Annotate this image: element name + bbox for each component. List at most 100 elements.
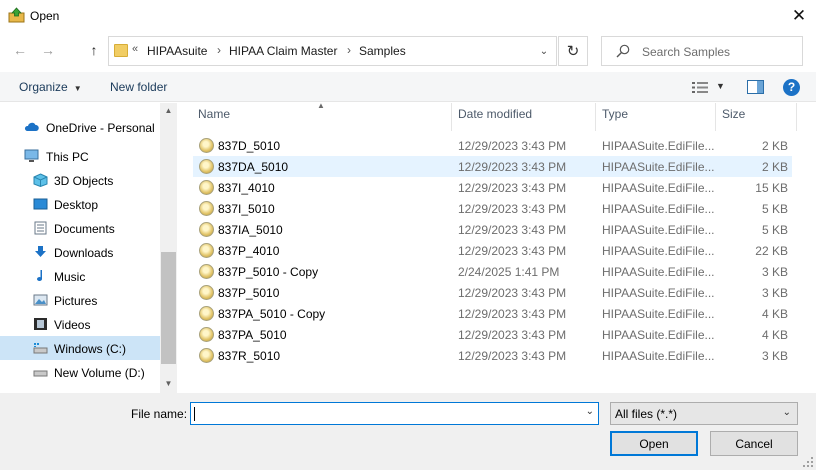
breadcrumb-overflow[interactable]: « xyxy=(132,43,138,55)
file-name: 837P_5010 - Copy xyxy=(218,265,319,279)
nav-item-documents[interactable]: Documents xyxy=(0,216,160,240)
nav-scrollbar-thumb[interactable] xyxy=(161,252,176,364)
desktop-icon xyxy=(33,198,48,210)
file-name: 837PA_5010 xyxy=(218,328,287,342)
open-button[interactable]: Open xyxy=(610,431,698,456)
chevron-down-icon[interactable]: ⌄ xyxy=(586,406,594,417)
file-date: 2/24/2025 1:41 PM xyxy=(458,265,560,279)
table-row[interactable]: 837IA_5010 12/29/2023 3:43 PM HIPAASuite… xyxy=(193,219,792,240)
file-type-select[interactable]: All files (*.*) ⌄ xyxy=(610,402,798,425)
nav-item-desktop[interactable]: Desktop xyxy=(0,192,160,216)
file-date: 12/29/2023 3:43 PM xyxy=(458,223,567,237)
nav-item-videos[interactable]: Videos xyxy=(0,312,160,336)
table-row[interactable]: 837P_5010 - Copy 2/24/2025 1:41 PM HIPAA… xyxy=(193,261,792,282)
nav-item-downloads[interactable]: Downloads xyxy=(0,240,160,264)
file-size: 2 KB xyxy=(761,139,788,153)
file-type: HIPAASuite.EdiFile... xyxy=(602,244,715,258)
up-arrow-icon[interactable]: ↑ xyxy=(84,40,104,60)
file-type: HIPAASuite.EdiFile... xyxy=(602,286,715,300)
document-icon xyxy=(34,221,47,235)
scroll-down-icon[interactable]: ▼ xyxy=(163,379,174,388)
edi-file-icon xyxy=(199,201,214,216)
drive-icon xyxy=(33,343,48,354)
table-row[interactable]: 837I_5010 12/29/2023 3:43 PM HIPAASuite.… xyxy=(193,198,792,219)
back-arrow-icon[interactable]: ← xyxy=(10,40,30,60)
cube-icon xyxy=(33,173,48,187)
organize-button[interactable]: Organize ▼ xyxy=(19,80,82,94)
table-row[interactable]: 837P_4010 12/29/2023 3:43 PM HIPAASuite.… xyxy=(193,240,792,261)
column-header-type[interactable]: Type xyxy=(602,107,628,131)
nav-item-3d-objects[interactable]: 3D Objects xyxy=(0,168,160,192)
help-icon[interactable]: ? xyxy=(783,79,800,96)
file-name: 837P_5010 xyxy=(218,286,280,300)
new-folder-button[interactable]: New folder xyxy=(110,80,167,94)
column-header-date[interactable]: Date modified xyxy=(458,107,532,131)
table-row[interactable]: 837DA_5010 12/29/2023 3:43 PM HIPAASuite… xyxy=(193,156,792,177)
nav-item-windows-c[interactable]: Windows (C:) xyxy=(0,336,160,360)
nav-label: This PC xyxy=(46,150,89,164)
table-row[interactable]: 837PA_5010 - Copy 12/29/2023 3:43 PM HIP… xyxy=(193,303,792,324)
file-size: 22 KB xyxy=(755,244,788,258)
table-row[interactable]: 837I_4010 12/29/2023 3:43 PM HIPAASuite.… xyxy=(193,177,792,198)
address-bar[interactable]: « HIPAAsuite › HIPAA Claim Master › Samp… xyxy=(108,36,557,66)
file-type: HIPAASuite.EdiFile... xyxy=(602,349,715,363)
file-date: 12/29/2023 3:43 PM xyxy=(458,328,567,342)
nav-item-onedrive[interactable]: OneDrive - Personal xyxy=(0,115,160,139)
file-type: HIPAASuite.EdiFile... xyxy=(602,307,715,321)
breadcrumb-hipaasuite[interactable]: HIPAAsuite xyxy=(147,44,207,58)
column-divider[interactable] xyxy=(796,103,797,131)
forward-arrow-icon[interactable]: → xyxy=(38,40,58,60)
scroll-up-icon[interactable]: ▲ xyxy=(163,106,174,115)
refresh-icon[interactable]: ↻ xyxy=(558,36,588,66)
column-header-size[interactable]: Size xyxy=(722,107,745,131)
view-options-icon[interactable] xyxy=(692,81,708,94)
nav-item-pictures[interactable]: Pictures xyxy=(0,288,160,312)
file-date: 12/29/2023 3:43 PM xyxy=(458,160,567,174)
file-type: HIPAASuite.EdiFile... xyxy=(602,202,715,216)
file-name: 837D_5010 xyxy=(218,139,281,153)
file-name: 837PA_5010 - Copy xyxy=(218,307,326,321)
column-divider[interactable] xyxy=(451,103,452,131)
column-divider[interactable] xyxy=(595,103,596,131)
column-header-name[interactable]: Name xyxy=(198,107,230,131)
file-name: 837I_5010 xyxy=(218,202,275,216)
table-row[interactable]: 837R_5010 12/29/2023 3:43 PM HIPAASuite.… xyxy=(193,345,792,366)
file-date: 12/29/2023 3:43 PM xyxy=(458,244,567,258)
nav-item-this-pc[interactable]: This PC xyxy=(0,144,160,168)
file-size: 4 KB xyxy=(761,328,788,342)
nav-item-music[interactable]: Music xyxy=(0,264,160,288)
table-row[interactable]: 837P_5010 12/29/2023 3:43 PM HIPAASuite.… xyxy=(193,282,792,303)
pictures-icon xyxy=(33,294,48,306)
close-icon[interactable]: ✕ xyxy=(786,4,812,28)
breadcrumb-separator[interactable]: › xyxy=(347,43,351,57)
edi-file-icon xyxy=(199,285,214,300)
address-dropdown-icon[interactable]: ⌄ xyxy=(532,38,556,64)
file-size: 3 KB xyxy=(761,265,788,279)
edi-file-icon xyxy=(199,348,214,363)
table-row[interactable]: 837PA_5010 12/29/2023 3:43 PM HIPAASuite… xyxy=(193,324,792,345)
breadcrumb-hipaa-claim-master[interactable]: HIPAA Claim Master xyxy=(229,44,337,58)
resize-grip-icon[interactable] xyxy=(802,456,814,468)
table-row[interactable]: 837D_5010 12/29/2023 3:43 PM HIPAASuite.… xyxy=(193,135,792,156)
file-date: 12/29/2023 3:43 PM xyxy=(458,181,567,195)
video-icon xyxy=(34,318,47,330)
nav-item-new-volume-d[interactable]: New Volume (D:) xyxy=(0,360,160,384)
view-caret-icon[interactable]: ▼ xyxy=(716,81,725,91)
nav-label: Music xyxy=(54,270,86,284)
search-input[interactable]: Search Samples xyxy=(601,36,803,66)
computer-icon xyxy=(24,149,39,162)
window-title: Open xyxy=(30,9,60,23)
chevron-down-icon: ⌄ xyxy=(782,407,791,418)
file-size: 15 KB xyxy=(755,181,788,195)
edi-file-icon xyxy=(199,243,214,258)
command-bar: Organize ▼ New folder ▼ xyxy=(0,72,816,102)
breadcrumb-samples[interactable]: Samples xyxy=(359,44,406,58)
edi-file-icon xyxy=(199,138,214,153)
file-date: 12/29/2023 3:43 PM xyxy=(458,202,567,216)
breadcrumb-separator[interactable]: › xyxy=(217,43,221,57)
open-folder-icon xyxy=(8,7,25,23)
preview-pane-icon[interactable] xyxy=(747,80,764,94)
file-name-input[interactable]: ⌄ xyxy=(190,402,599,425)
cancel-button[interactable]: Cancel xyxy=(710,431,798,456)
column-divider[interactable] xyxy=(715,103,716,131)
